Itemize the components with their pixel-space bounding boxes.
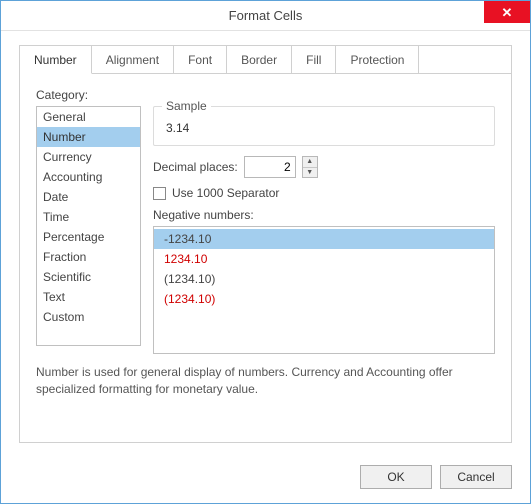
format-cells-dialog: Format Cells ✕ NumberAlignmentFontBorder… xyxy=(0,0,531,504)
main-row: GeneralNumberCurrencyAccountingDateTimeP… xyxy=(36,106,495,354)
negative-format-option[interactable]: 1234.10 xyxy=(154,249,494,269)
tab-strip: NumberAlignmentFontBorderFillProtection xyxy=(20,46,511,74)
negative-format-option[interactable]: (1234.10) xyxy=(154,289,494,309)
category-item-time[interactable]: Time xyxy=(37,207,140,227)
category-item-scientific[interactable]: Scientific xyxy=(37,267,140,287)
decimal-places-input[interactable] xyxy=(244,156,296,178)
negative-format-option[interactable]: -1234.10 xyxy=(154,229,494,249)
separator-row: Use 1000 Separator xyxy=(153,186,495,200)
ok-button[interactable]: OK xyxy=(360,465,432,489)
decimal-row: Decimal places: ▲ ▼ xyxy=(153,156,495,178)
tab-border[interactable]: Border xyxy=(227,46,292,74)
dialog-title: Format Cells xyxy=(229,8,303,23)
tab-body-number: Category: GeneralNumberCurrencyAccountin… xyxy=(20,74,511,442)
sample-value: 3.14 xyxy=(164,121,484,135)
category-item-fraction[interactable]: Fraction xyxy=(37,247,140,267)
category-item-custom[interactable]: Custom xyxy=(37,307,140,327)
decimal-spinner[interactable]: ▲ ▼ xyxy=(302,156,318,178)
close-icon: ✕ xyxy=(502,6,513,19)
category-item-number[interactable]: Number xyxy=(37,127,140,147)
tab-filler xyxy=(419,46,511,74)
use-1000-separator-label: Use 1000 Separator xyxy=(172,186,279,200)
sample-group: Sample 3.14 xyxy=(153,106,495,146)
category-item-text[interactable]: Text xyxy=(37,287,140,307)
dialog-content: NumberAlignmentFontBorderFillProtection … xyxy=(1,31,530,453)
category-item-percentage[interactable]: Percentage xyxy=(37,227,140,247)
decimal-label: Decimal places: xyxy=(153,160,238,174)
titlebar: Format Cells ✕ xyxy=(1,1,530,31)
right-column: Sample 3.14 Decimal places: ▲ ▼ xyxy=(153,106,495,354)
tabs-container: NumberAlignmentFontBorderFillProtection … xyxy=(19,45,512,443)
spinner-up-icon[interactable]: ▲ xyxy=(303,157,317,168)
category-list[interactable]: GeneralNumberCurrencyAccountingDateTimeP… xyxy=(36,106,141,346)
cancel-button[interactable]: Cancel xyxy=(440,465,512,489)
tab-fill[interactable]: Fill xyxy=(292,46,336,74)
negative-numbers-list[interactable]: -1234.101234.10(1234.10)(1234.10) xyxy=(153,226,495,354)
category-label: Category: xyxy=(36,88,495,102)
tab-alignment[interactable]: Alignment xyxy=(92,46,174,74)
tab-font[interactable]: Font xyxy=(174,46,227,74)
tab-number[interactable]: Number xyxy=(20,46,92,74)
category-item-currency[interactable]: Currency xyxy=(37,147,140,167)
close-button[interactable]: ✕ xyxy=(484,1,530,23)
dialog-footer: OK Cancel xyxy=(1,453,530,503)
sample-legend: Sample xyxy=(162,99,211,113)
category-item-accounting[interactable]: Accounting xyxy=(37,167,140,187)
spinner-down-icon[interactable]: ▼ xyxy=(303,168,317,178)
negative-numbers-label: Negative numbers: xyxy=(153,208,495,222)
negative-format-option[interactable]: (1234.10) xyxy=(154,269,494,289)
format-description: Number is used for general display of nu… xyxy=(36,364,495,398)
tab-protection[interactable]: Protection xyxy=(336,46,419,74)
category-item-date[interactable]: Date xyxy=(37,187,140,207)
category-item-general[interactable]: General xyxy=(37,107,140,127)
use-1000-separator-checkbox[interactable] xyxy=(153,187,166,200)
